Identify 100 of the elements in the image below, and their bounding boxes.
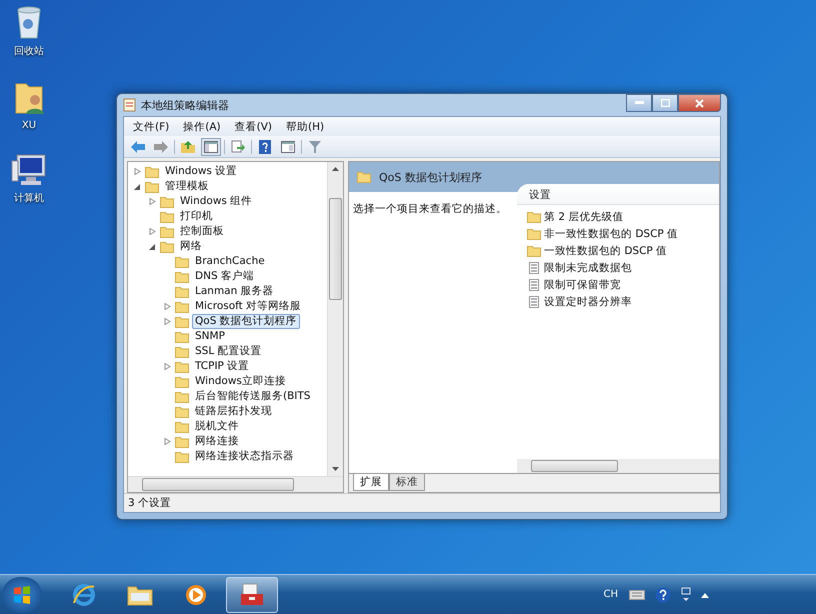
folder-icon xyxy=(527,210,541,222)
computer-icon[interactable] xyxy=(11,153,47,187)
tree-item[interactable]: Microsoft 对等网络服 xyxy=(192,299,304,314)
up-arrow-icon[interactable] xyxy=(701,592,709,598)
scrollbar-thumb[interactable] xyxy=(329,198,342,300)
folder-icon xyxy=(175,330,189,342)
desktop-icon-label: 计算机 xyxy=(14,192,44,205)
tree-item[interactable]: 后台智能传送服务(BITS xyxy=(192,389,314,404)
description-text: 选择一个项目来查看它的描述。 xyxy=(353,203,507,215)
collapsed-arrow-icon[interactable] xyxy=(164,303,171,310)
folder-icon xyxy=(175,256,189,268)
folder-icon xyxy=(160,196,174,208)
taskbar-app[interactable] xyxy=(226,576,278,612)
up-arrow-icon[interactable] xyxy=(332,167,339,171)
column-header[interactable]: 设置 xyxy=(517,184,719,205)
folder-icon xyxy=(527,244,541,256)
language-indicator[interactable]: CH xyxy=(603,589,618,600)
folder-icon xyxy=(175,360,189,372)
toolbox-icon xyxy=(239,582,265,606)
close-button[interactable] xyxy=(678,94,721,112)
menu-item[interactable]: 帮助(H) xyxy=(281,120,330,134)
tree-item[interactable]: Lanman 服务器 xyxy=(192,284,277,299)
setting-icon xyxy=(527,278,541,290)
start-button[interactable] xyxy=(2,576,42,612)
help-icon[interactable] xyxy=(655,586,671,602)
folder-icon xyxy=(175,436,189,448)
expanded-arrow-icon[interactable] xyxy=(134,183,141,190)
scrollbar-thumb[interactable] xyxy=(142,478,294,491)
folder-icon xyxy=(160,226,174,238)
tree-item[interactable]: Windows 设置 xyxy=(162,164,240,179)
list-item[interactable]: 第 2 层优先级值 xyxy=(544,210,624,224)
tree-item[interactable]: BranchCache xyxy=(192,254,268,269)
list-item[interactable]: 限制未完成数据包 xyxy=(544,260,632,274)
menu-item[interactable]: 文件(F) xyxy=(128,120,174,134)
scrollbar-thumb[interactable] xyxy=(531,460,618,472)
folder-icon xyxy=(175,406,189,418)
folder-icon xyxy=(160,210,174,222)
folder-icon xyxy=(175,420,189,432)
maximize-button[interactable] xyxy=(652,94,678,112)
tree-item[interactable]: SNMP xyxy=(192,329,228,344)
vertical-scrollbar[interactable] xyxy=(327,162,343,476)
menu-item[interactable]: 查看(V) xyxy=(230,120,278,134)
collapsed-arrow-icon[interactable] xyxy=(149,228,156,235)
desktop-icon-label: 回收站 xyxy=(14,44,44,58)
down-arrow-icon[interactable] xyxy=(332,467,339,471)
list-item[interactable]: 限制可保留带宽 xyxy=(544,278,621,292)
collapsed-arrow-icon[interactable] xyxy=(149,198,156,205)
list-item[interactable]: 非一致性数据包的 DSCP 值 xyxy=(544,226,678,240)
tree-item[interactable]: 链路层拓扑发现 xyxy=(192,404,275,419)
tree-item[interactable]: TCPIP 设置 xyxy=(192,359,252,374)
folder-icon xyxy=(145,166,159,178)
tree-item[interactable]: 管理模板 xyxy=(162,179,212,194)
folder-icon xyxy=(127,584,153,606)
setting-icon xyxy=(527,262,541,274)
tree-item[interactable]: DNS 客户端 xyxy=(192,269,257,284)
tab[interactable]: 扩展 xyxy=(353,474,389,491)
collapsed-arrow-icon[interactable] xyxy=(164,318,171,325)
collapsed-arrow-icon[interactable] xyxy=(164,438,171,445)
tree-item[interactable]: 网络 xyxy=(177,239,205,254)
list-item[interactable]: 一致性数据包的 DSCP 值 xyxy=(544,244,668,258)
tree-item[interactable]: SSL 配置设置 xyxy=(192,344,265,359)
close-icon xyxy=(695,98,704,108)
tree-item[interactable]: 网络连接状态指示器 xyxy=(192,449,297,464)
expanded-arrow-icon[interactable] xyxy=(149,243,156,250)
collapsed-arrow-icon[interactable] xyxy=(134,168,141,175)
browser-icon xyxy=(72,582,96,606)
status-text: 3 个设置 xyxy=(128,496,172,510)
tree-item[interactable]: 网络连接 xyxy=(192,434,242,449)
folder-icon xyxy=(175,390,189,402)
window-title: 本地组策略编辑器 xyxy=(141,98,229,112)
tree-item[interactable]: 脱机文件 xyxy=(192,419,242,434)
minimize-icon xyxy=(634,101,644,105)
list-item[interactable]: 设置定时器分辨率 xyxy=(544,294,632,308)
folder-icon xyxy=(357,171,371,183)
tree-pane-icon[interactable] xyxy=(201,138,221,156)
folder-icon xyxy=(175,450,189,462)
menu-item[interactable]: 操作(A) xyxy=(178,120,226,134)
pane-title: QoS 数据包计划程序 xyxy=(379,170,482,184)
horizontal-scrollbar[interactable] xyxy=(517,459,719,473)
tree-item[interactable]: Windows立即连接 xyxy=(192,374,289,389)
folder-icon xyxy=(175,376,189,388)
desktop-icon-label: XU xyxy=(22,120,36,131)
setting-icon xyxy=(527,296,541,308)
folder-icon xyxy=(527,228,541,240)
collapsed-arrow-icon[interactable] xyxy=(164,363,171,370)
tree-item[interactable]: 打印机 xyxy=(177,209,216,224)
horizontal-scrollbar[interactable] xyxy=(128,476,343,492)
folder-icon xyxy=(175,286,189,298)
play-icon xyxy=(185,584,207,606)
folder-icon xyxy=(175,346,189,358)
folder-icon xyxy=(145,180,159,192)
tree-item[interactable]: QoS 数据包计划程序 xyxy=(192,314,300,329)
minimize-button[interactable] xyxy=(626,94,652,112)
tab[interactable]: 标准 xyxy=(389,474,425,491)
keyboard-icon[interactable] xyxy=(629,590,645,600)
folder-icon xyxy=(175,300,189,312)
folder-icon xyxy=(160,240,174,252)
tree-item[interactable]: Windows 组件 xyxy=(177,194,256,209)
tree-item[interactable]: 控制面板 xyxy=(177,224,227,239)
folder-icon xyxy=(175,316,189,328)
